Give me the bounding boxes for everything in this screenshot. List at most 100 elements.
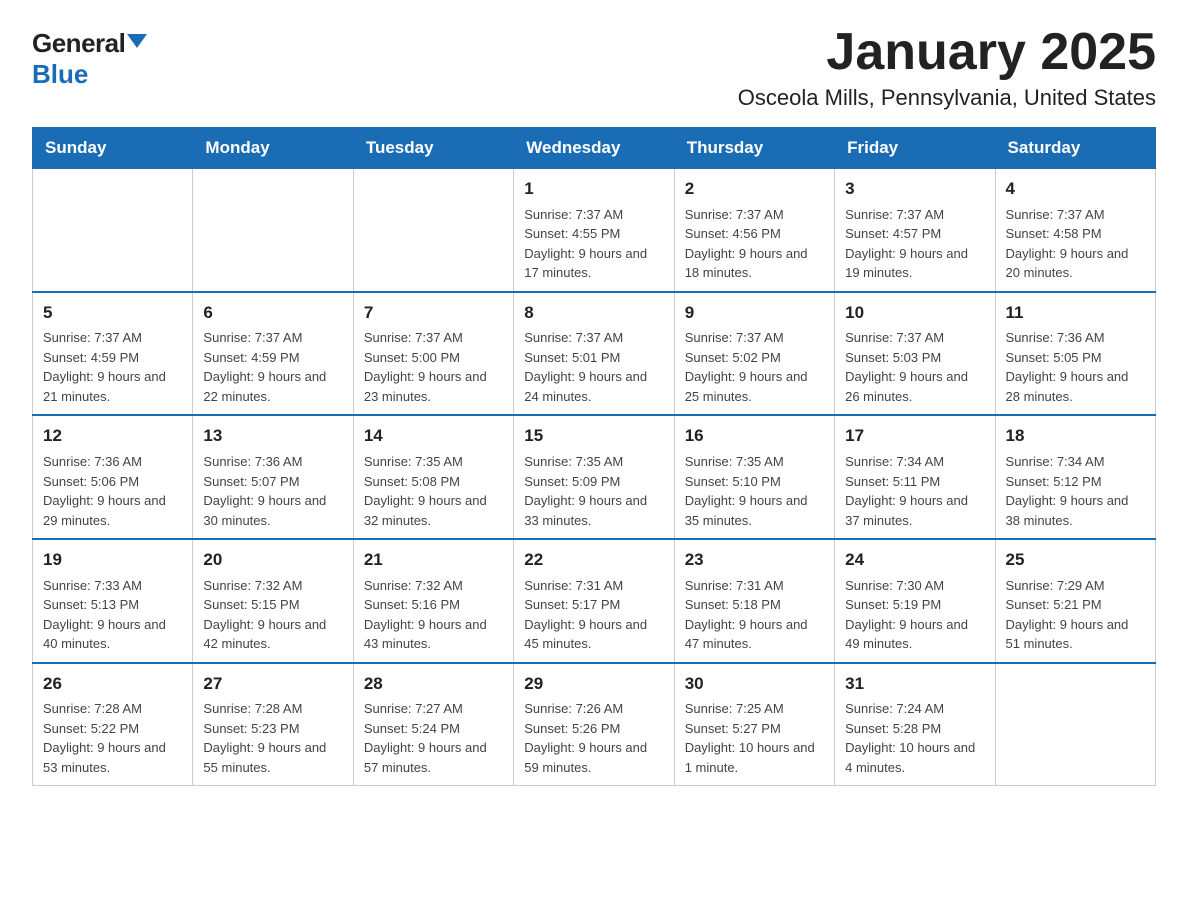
day-info: Sunrise: 7:37 AMSunset: 4:58 PMDaylight:…: [1006, 205, 1145, 283]
calendar-day-cell: 3 Sunrise: 7:37 AMSunset: 4:57 PMDaylight…: [835, 169, 995, 292]
day-info: Sunrise: 7:37 AMSunset: 4:57 PMDaylight:…: [845, 205, 984, 283]
day-number: 7: [364, 301, 503, 326]
calendar-header-cell: Monday: [193, 128, 353, 169]
day-info: Sunrise: 7:26 AMSunset: 5:26 PMDaylight:…: [524, 699, 663, 777]
day-number: 17: [845, 424, 984, 449]
day-info: Sunrise: 7:37 AMSunset: 5:02 PMDaylight:…: [685, 328, 824, 406]
page-subtitle: Osceola Mills, Pennsylvania, United Stat…: [738, 85, 1156, 111]
calendar-body: 1Sunrise: 7:37 AMSunset: 4:55 PMDaylight…: [33, 169, 1156, 786]
calendar-header-cell: Thursday: [674, 128, 834, 169]
calendar-day-cell: 4 Sunrise: 7:37 AMSunset: 4:58 PMDaylight…: [995, 169, 1155, 292]
day-number: 2: [685, 177, 824, 202]
day-number: 27: [203, 672, 342, 697]
calendar-week-row: 26Sunrise: 7:28 AMSunset: 5:22 PMDayligh…: [33, 663, 1156, 786]
calendar-day-cell: 12 Sunrise: 7:36 AMSunset: 5:06 PMDayligh…: [33, 415, 193, 539]
calendar-day-cell: [353, 169, 513, 292]
day-number: 30: [685, 672, 824, 697]
day-info: Sunrise: 7:27 AMSunset: 5:24 PMDaylight:…: [364, 699, 503, 777]
day-number: 3: [845, 177, 984, 202]
day-info: Sunrise: 7:37 AMSunset: 5:03 PMDaylight:…: [845, 328, 984, 406]
page-header: General Blue January 2025 Osceola Mills,…: [32, 24, 1156, 111]
calendar-header-cell: Tuesday: [353, 128, 513, 169]
calendar-day-cell: 25 Sunrise: 7:29 AMSunset: 5:21 PMDayligh…: [995, 539, 1155, 663]
day-info: Sunrise: 7:36 AMSunset: 5:05 PMDaylight:…: [1006, 328, 1145, 406]
day-number: 4: [1006, 177, 1145, 202]
day-info: Sunrise: 7:37 AMSunset: 5:01 PMDaylight:…: [524, 328, 663, 406]
day-number: 25: [1006, 548, 1145, 573]
calendar-day-cell: 28Sunrise: 7:27 AMSunset: 5:24 PMDayligh…: [353, 663, 513, 786]
calendar-day-cell: 10Sunrise: 7:37 AMSunset: 5:03 PMDayligh…: [835, 292, 995, 416]
day-number: 18: [1006, 424, 1145, 449]
calendar-week-row: 12 Sunrise: 7:36 AMSunset: 5:06 PMDayligh…: [33, 415, 1156, 539]
day-info: Sunrise: 7:28 AMSunset: 5:23 PMDaylight:…: [203, 699, 342, 777]
calendar-header: SundayMondayTuesdayWednesdayThursdayFrid…: [33, 128, 1156, 169]
day-number: 19: [43, 548, 182, 573]
day-number: 28: [364, 672, 503, 697]
day-info: Sunrise: 7:35 AMSunset: 5:10 PMDaylight:…: [685, 452, 824, 530]
calendar-day-cell: 30Sunrise: 7:25 AMSunset: 5:27 PMDayligh…: [674, 663, 834, 786]
calendar-day-cell: 19Sunrise: 7:33 AMSunset: 5:13 PMDayligh…: [33, 539, 193, 663]
day-number: 6: [203, 301, 342, 326]
calendar-day-cell: 9Sunrise: 7:37 AMSunset: 5:02 PMDaylight…: [674, 292, 834, 416]
day-number: 31: [845, 672, 984, 697]
calendar-week-row: 1Sunrise: 7:37 AMSunset: 4:55 PMDaylight…: [33, 169, 1156, 292]
calendar-day-cell: 8Sunrise: 7:37 AMSunset: 5:01 PMDaylight…: [514, 292, 674, 416]
calendar-day-cell: 11Sunrise: 7:36 AMSunset: 5:05 PMDayligh…: [995, 292, 1155, 416]
day-info: Sunrise: 7:34 AMSunset: 5:11 PMDaylight:…: [845, 452, 984, 530]
calendar-day-cell: 26Sunrise: 7:28 AMSunset: 5:22 PMDayligh…: [33, 663, 193, 786]
calendar-day-cell: 16 Sunrise: 7:35 AMSunset: 5:10 PMDayligh…: [674, 415, 834, 539]
day-info: Sunrise: 7:31 AMSunset: 5:18 PMDaylight:…: [685, 576, 824, 654]
calendar-day-cell: 17 Sunrise: 7:34 AMSunset: 5:11 PMDayligh…: [835, 415, 995, 539]
calendar-day-cell: [995, 663, 1155, 786]
calendar-day-cell: 6Sunrise: 7:37 AMSunset: 4:59 PMDaylight…: [193, 292, 353, 416]
day-info: Sunrise: 7:37 AMSunset: 5:00 PMDaylight:…: [364, 328, 503, 406]
day-number: 22: [524, 548, 663, 573]
day-number: 26: [43, 672, 182, 697]
calendar-day-cell: 23Sunrise: 7:31 AMSunset: 5:18 PMDayligh…: [674, 539, 834, 663]
day-number: 21: [364, 548, 503, 573]
day-number: 8: [524, 301, 663, 326]
calendar-week-row: 5Sunrise: 7:37 AMSunset: 4:59 PMDaylight…: [33, 292, 1156, 416]
logo: General Blue: [32, 28, 147, 90]
calendar-day-cell: 2 Sunrise: 7:37 AMSunset: 4:56 PMDaylight…: [674, 169, 834, 292]
day-info: Sunrise: 7:25 AMSunset: 5:27 PMDaylight:…: [685, 699, 824, 777]
calendar-header-cell: Wednesday: [514, 128, 674, 169]
logo-general-text: General: [32, 28, 125, 59]
day-number: 14: [364, 424, 503, 449]
day-info: Sunrise: 7:28 AMSunset: 5:22 PMDaylight:…: [43, 699, 182, 777]
calendar-day-cell: 24Sunrise: 7:30 AMSunset: 5:19 PMDayligh…: [835, 539, 995, 663]
day-info: Sunrise: 7:29 AMSunset: 5:21 PMDaylight:…: [1006, 576, 1145, 654]
calendar-day-cell: 15Sunrise: 7:35 AMSunset: 5:09 PMDayligh…: [514, 415, 674, 539]
calendar-day-cell: 18Sunrise: 7:34 AMSunset: 5:12 PMDayligh…: [995, 415, 1155, 539]
calendar-day-cell: 21 Sunrise: 7:32 AMSunset: 5:16 PMDayligh…: [353, 539, 513, 663]
day-number: 29: [524, 672, 663, 697]
calendar-header-cell: Sunday: [33, 128, 193, 169]
calendar-header-row: SundayMondayTuesdayWednesdayThursdayFrid…: [33, 128, 1156, 169]
day-info: Sunrise: 7:37 AMSunset: 4:56 PMDaylight:…: [685, 205, 824, 283]
day-number: 15: [524, 424, 663, 449]
day-info: Sunrise: 7:31 AMSunset: 5:17 PMDaylight:…: [524, 576, 663, 654]
calendar-week-row: 19Sunrise: 7:33 AMSunset: 5:13 PMDayligh…: [33, 539, 1156, 663]
calendar-day-cell: 27Sunrise: 7:28 AMSunset: 5:23 PMDayligh…: [193, 663, 353, 786]
calendar-day-cell: 13Sunrise: 7:36 AMSunset: 5:07 PMDayligh…: [193, 415, 353, 539]
logo-blue-text: Blue: [32, 59, 88, 90]
day-info: Sunrise: 7:36 AMSunset: 5:06 PMDaylight:…: [43, 452, 182, 530]
calendar-day-cell: 20Sunrise: 7:32 AMSunset: 5:15 PMDayligh…: [193, 539, 353, 663]
day-number: 16: [685, 424, 824, 449]
day-number: 9: [685, 301, 824, 326]
calendar-day-cell: 7Sunrise: 7:37 AMSunset: 5:00 PMDaylight…: [353, 292, 513, 416]
day-number: 10: [845, 301, 984, 326]
day-number: 13: [203, 424, 342, 449]
calendar-day-cell: 29Sunrise: 7:26 AMSunset: 5:26 PMDayligh…: [514, 663, 674, 786]
day-number: 5: [43, 301, 182, 326]
calendar-day-cell: [193, 169, 353, 292]
day-info: Sunrise: 7:35 AMSunset: 5:08 PMDaylight:…: [364, 452, 503, 530]
calendar-header-cell: Friday: [835, 128, 995, 169]
calendar-table: SundayMondayTuesdayWednesdayThursdayFrid…: [32, 127, 1156, 786]
day-info: Sunrise: 7:37 AMSunset: 4:59 PMDaylight:…: [43, 328, 182, 406]
day-info: Sunrise: 7:32 AMSunset: 5:15 PMDaylight:…: [203, 576, 342, 654]
title-block: January 2025 Osceola Mills, Pennsylvania…: [738, 24, 1156, 111]
day-number: 12: [43, 424, 182, 449]
day-number: 1: [524, 177, 663, 202]
day-info: Sunrise: 7:32 AMSunset: 5:16 PMDaylight:…: [364, 576, 503, 654]
